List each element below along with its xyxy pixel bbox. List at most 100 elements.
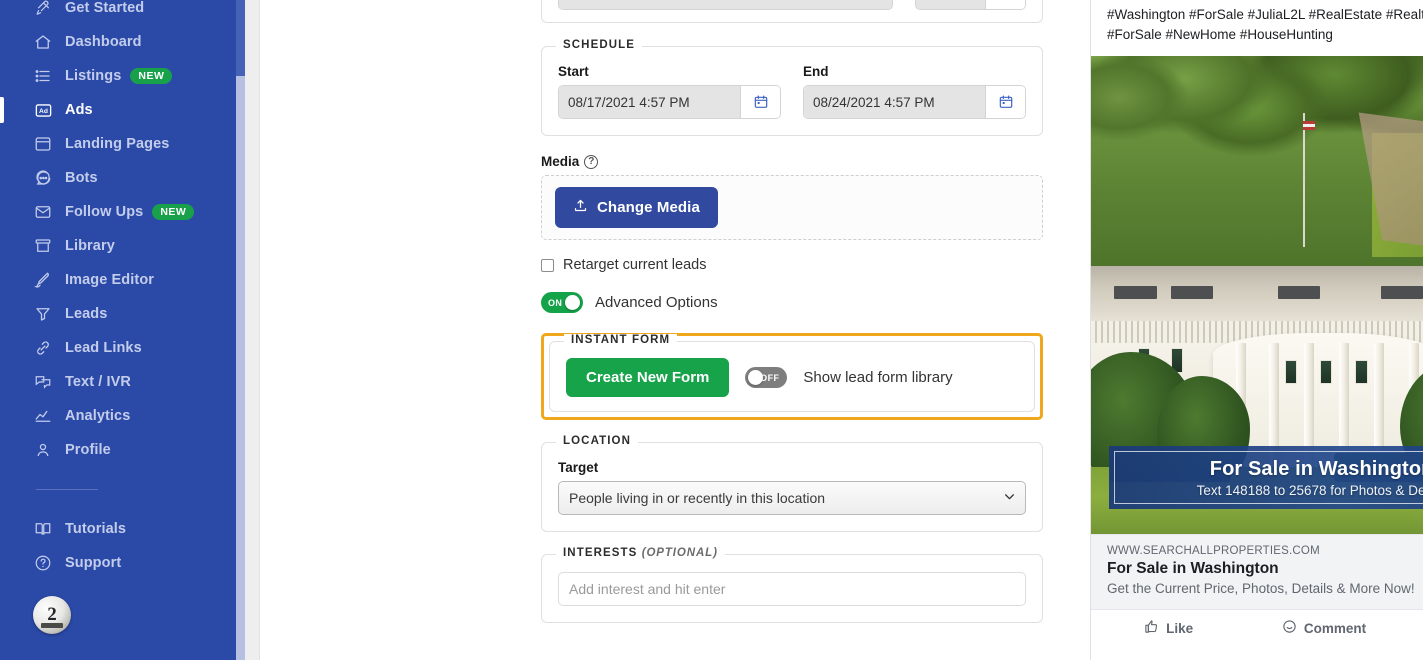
speech-bubbles-icon: [32, 371, 54, 393]
main-left-gutter: [245, 0, 260, 660]
calendar-icon-start[interactable]: [740, 86, 780, 118]
sidebar-item-leads[interactable]: Leads: [0, 297, 236, 331]
advanced-options-row[interactable]: ON Advanced Options: [541, 292, 1043, 313]
partial-input-right-addon[interactable]: [985, 0, 1025, 9]
retarget-checkbox[interactable]: [541, 258, 554, 272]
sidebar-item-label: Landing Pages: [65, 136, 170, 152]
sidebar-item-dashboard[interactable]: Dashboard: [0, 25, 236, 59]
sidebar-item-profile[interactable]: Profile: [0, 433, 236, 467]
partial-fieldset-above: [541, 0, 1043, 23]
badge-new-follow-ups: NEW: [152, 203, 195, 221]
facade-window: [1355, 359, 1368, 385]
sidebar-item-label: Leads: [65, 306, 108, 322]
share-action[interactable]: Share: [1402, 619, 1423, 637]
thumbs-up-icon: [1144, 619, 1159, 637]
comment-icon: [1282, 619, 1297, 637]
create-new-form-button[interactable]: Create New Form: [566, 358, 730, 397]
instant-form-highlight-box: INSTANT FORM Create New Form OFF Show le…: [541, 333, 1043, 420]
schedule-end-input[interactable]: 08/24/2021 4:57 PM: [804, 86, 985, 118]
partial-input-right-value[interactable]: [915, 0, 985, 9]
sidebar-item-listings[interactable]: Listings NEW: [0, 59, 236, 93]
retarget-label: Retarget current leads: [563, 257, 707, 273]
sidebar-item-landing-pages[interactable]: Landing Pages: [0, 127, 236, 161]
sidebar-item-label: Analytics: [65, 408, 131, 424]
retarget-row[interactable]: Retarget current leads: [541, 257, 1043, 273]
facade-window: [1285, 359, 1298, 385]
sidebar-item-support[interactable]: Support: [0, 546, 236, 580]
line-chart-icon: [32, 405, 54, 427]
ad-icon: Ad: [32, 99, 54, 121]
sidebar-scrollbar-track[interactable]: [236, 0, 245, 660]
ad-media-image[interactable]: For Sale in Washington! Text 148188 to 2…: [1091, 56, 1423, 535]
sidebar-item-label: Listings: [65, 68, 122, 84]
comment-action-label: Comment: [1303, 620, 1367, 636]
question-mark-icon[interactable]: ?: [584, 154, 599, 169]
sidebar-nav-list: Get Started Dashboard Listings NEW Ad Ad…: [0, 0, 236, 467]
partial-input-left-value[interactable]: [559, 0, 892, 9]
comment-action[interactable]: Comment: [1246, 619, 1401, 637]
sidebar-item-analytics[interactable]: Analytics: [0, 399, 236, 433]
advanced-options-toggle[interactable]: ON: [541, 292, 583, 313]
media-label-row: Media ?: [541, 154, 1043, 169]
location-target-select[interactable]: People living in or recently in this loc…: [558, 481, 1026, 515]
facade-window: [1320, 359, 1333, 385]
sidebar-scrollbar-thumb[interactable]: [236, 76, 245, 660]
like-action[interactable]: Like: [1091, 619, 1246, 637]
partial-row: [558, 0, 1026, 10]
location-legend: LOCATION: [556, 435, 638, 447]
interests-legend: INTERESTS (OPTIONAL): [556, 547, 725, 559]
interests-fieldset: INTERESTS (OPTIONAL): [541, 547, 1043, 623]
location-target-value: People living in or recently in this loc…: [569, 490, 826, 506]
brand-logo[interactable]: 2: [33, 596, 71, 634]
ad-image-banner: For Sale in Washington! Text 148188 to 2…: [1109, 446, 1423, 510]
sidebar-item-library[interactable]: Library: [0, 229, 236, 263]
roof-panel: [1114, 285, 1157, 299]
show-lead-form-library-toggle[interactable]: OFF: [745, 367, 788, 388]
media-label: Media: [541, 154, 580, 169]
roof-panel: [1170, 285, 1213, 299]
sidebar-item-label: Tutorials: [65, 521, 127, 537]
partial-input-left[interactable]: [558, 0, 893, 10]
banner-title: For Sale in Washington!: [1209, 457, 1423, 480]
media-dropzone[interactable]: Change Media: [541, 175, 1043, 240]
sidebar-item-get-started[interactable]: Get Started: [0, 0, 236, 25]
schedule-fieldset: SCHEDULE Start 08/17/2021 4:57 PM End 08…: [541, 39, 1043, 136]
sidebar-item-label: Get Started: [65, 0, 145, 16]
change-media-button-label: Change Media: [597, 199, 700, 216]
location-fieldset: LOCATION Target People living in or rece…: [541, 435, 1043, 532]
ad-footer: WWW.SEARCHALLPROPERTIES.COM For Sale in …: [1091, 534, 1423, 610]
sidebar-item-follow-ups[interactable]: Follow Ups NEW: [0, 195, 236, 229]
show-lead-form-library-toggle-state: OFF: [760, 372, 780, 383]
interests-input[interactable]: [558, 572, 1026, 606]
schedule-start-input[interactable]: 08/17/2021 4:57 PM: [559, 86, 740, 118]
advanced-options-toggle-state: ON: [548, 297, 563, 308]
sidebar-item-lead-links[interactable]: Lead Links: [0, 331, 236, 365]
sidebar-item-image-editor[interactable]: Image Editor: [0, 263, 236, 297]
brand-logo-text: 2: [47, 603, 57, 625]
sidebar-item-text-ivr[interactable]: Text / IVR: [0, 365, 236, 399]
sidebar-item-label: Library: [65, 238, 115, 254]
brand-logo-bar: [41, 623, 63, 628]
change-media-button[interactable]: Change Media: [555, 187, 718, 228]
sidebar-divider: [36, 489, 98, 490]
funnel-icon: [32, 303, 54, 325]
instant-form-row: Create New Form OFF Show lead form libra…: [566, 358, 1018, 397]
link-icon: [32, 337, 54, 359]
envelope-icon: [32, 201, 54, 223]
partial-input-right[interactable]: [914, 0, 1026, 10]
window-icon: [32, 133, 54, 155]
instant-form-legend: INSTANT FORM: [564, 334, 678, 346]
toggle-knob: [565, 295, 580, 310]
like-action-label: Like: [1166, 620, 1194, 636]
calendar-icon-end[interactable]: [985, 86, 1025, 118]
sidebar-item-tutorials[interactable]: Tutorials: [0, 512, 236, 546]
sidebar-item-bots[interactable]: Bots: [0, 161, 236, 195]
chat-bubble-icon: [32, 167, 54, 189]
schedule-end-input-group[interactable]: 08/24/2021 4:57 PM: [803, 85, 1026, 119]
ad-preview-panel: #Washington #ForSale #JuliaL2L #RealEsta…: [1090, 0, 1423, 660]
ad-display-url: WWW.SEARCHALLPROPERTIES.COM: [1107, 545, 1320, 558]
post-text: #Washington #ForSale #JuliaL2L #RealEsta…: [1107, 7, 1423, 42]
schedule-legend: SCHEDULE: [556, 39, 643, 51]
schedule-start-input-group[interactable]: 08/17/2021 4:57 PM: [558, 85, 781, 119]
sidebar-item-ads[interactable]: Ad Ads: [0, 93, 236, 127]
